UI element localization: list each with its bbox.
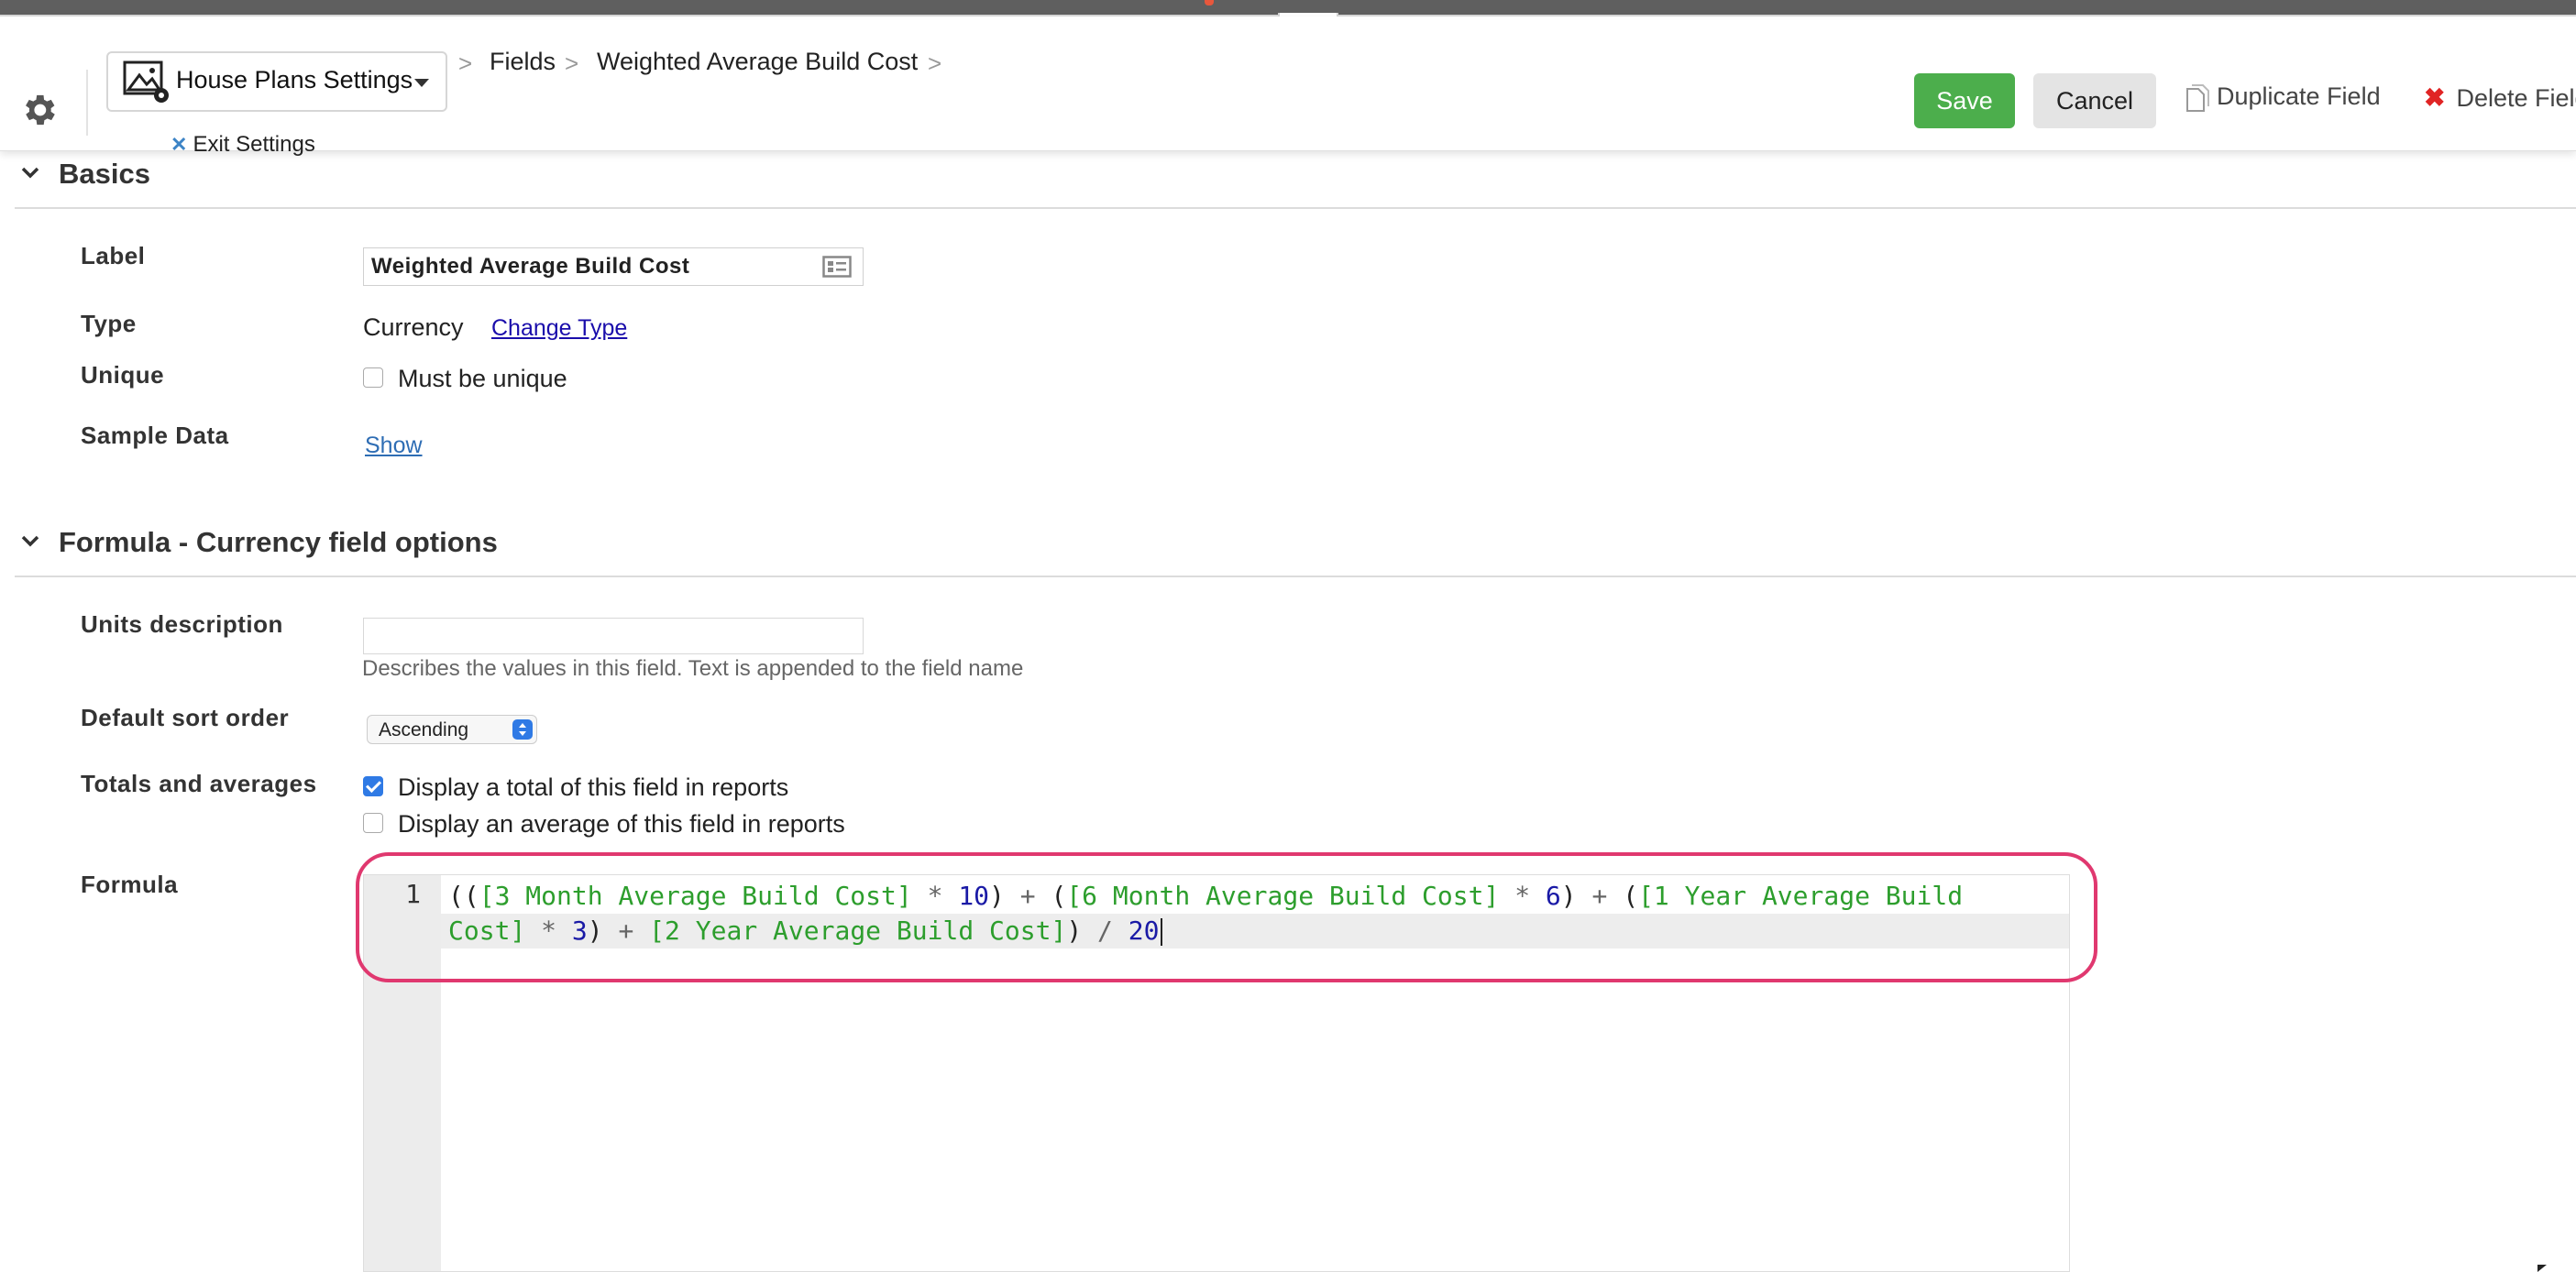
formula-operator-token: +	[1591, 881, 1608, 911]
formula-number-token: 6	[1545, 881, 1561, 911]
editor-gutter: 1	[364, 875, 441, 1271]
unique-field-label: Unique	[81, 361, 165, 389]
select-stepper-icon	[512, 719, 533, 740]
type-field-label: Type	[81, 310, 137, 337]
formula-field-token: [6 Month Average Build Cost]	[1066, 881, 1500, 911]
must-be-unique-label: Must be unique	[398, 365, 567, 392]
formula-operator-token: +	[1019, 881, 1036, 911]
breadcrumb-current-field[interactable]: Weighted Average Build Cost	[597, 48, 918, 76]
section-divider	[15, 576, 2576, 577]
delete-x-icon: ✖	[2424, 83, 2446, 112]
units-description-input[interactable]	[363, 618, 864, 654]
section-title-basics[interactable]: Basics	[59, 158, 150, 191]
type-value: Currency	[363, 313, 464, 341]
settings-header: House Plans Settings > Fields > Weighted…	[0, 16, 2576, 157]
formula-paren-token: ((	[448, 881, 479, 911]
formula-field-token: [2 Year Average Build Cost]	[649, 916, 1067, 946]
chevron-down-icon[interactable]	[20, 165, 40, 180]
breadcrumb-separator: >	[928, 49, 942, 77]
duplicate-field-label: Duplicate Field	[2217, 82, 2381, 110]
exit-settings-link[interactable]: ✕ Exit Settings	[171, 132, 315, 158]
chevron-down-icon[interactable]	[20, 533, 40, 548]
text-cursor	[1161, 918, 1163, 946]
label-input[interactable]: Weighted Average Build Cost	[363, 247, 864, 286]
formula-paren-token	[1113, 916, 1128, 946]
caret-down-icon	[414, 79, 429, 87]
section-title-formula-options[interactable]: Formula - Currency field options	[59, 526, 498, 559]
formula-paren-token: )	[989, 881, 1020, 911]
header-divider	[86, 70, 88, 136]
mouse-pointer	[2537, 1265, 2547, 1272]
units-description-label: Units description	[81, 610, 283, 638]
cancel-button[interactable]: Cancel	[2033, 73, 2156, 128]
formula-number-token: 10	[958, 881, 990, 911]
formula-code[interactable]: (([3 Month Average Build Cost] * 10) + (…	[448, 879, 2053, 949]
sample-data-label: Sample Data	[81, 422, 229, 449]
formula-number-token: 3	[571, 916, 588, 946]
breadcrumb-fields[interactable]: Fields	[490, 48, 556, 76]
formula-paren-token: )	[1066, 916, 1098, 946]
formula-paren-token	[633, 916, 649, 946]
sort-order-value: Ascending	[379, 719, 469, 740]
formula-paren-token: )	[1560, 881, 1592, 911]
display-average-checkbox[interactable]	[363, 813, 383, 833]
section-divider	[15, 207, 2576, 209]
totals-averages-label: Totals and averages	[81, 770, 317, 797]
save-button[interactable]: Save	[1914, 73, 2015, 128]
display-total-label: Display a total of this field in reports	[398, 773, 789, 801]
change-type-link[interactable]: Change Type	[491, 315, 627, 342]
label-field-label: Label	[81, 242, 146, 269]
formula-number-token: 20	[1128, 916, 1160, 946]
close-icon: ✕	[171, 133, 188, 156]
app-selector-dropdown[interactable]: House Plans Settings	[106, 51, 447, 112]
card-icon	[822, 256, 852, 278]
display-total-checkbox[interactable]	[363, 776, 383, 796]
delete-field-label: Delete Field	[2456, 84, 2576, 112]
formula-operator-token: *	[1499, 881, 1546, 911]
show-sample-link[interactable]: Show	[365, 433, 423, 459]
display-average-label: Display an average of this field in repo…	[398, 810, 845, 838]
formula-operator-token: /	[1097, 916, 1113, 946]
gear-icon[interactable]	[18, 90, 59, 130]
formula-label: Formula	[81, 871, 179, 898]
formula-paren-token: )	[587, 916, 619, 946]
delete-field-button[interactable]: ✖ Delete Field	[2424, 82, 2576, 113]
sort-order-select[interactable]: Ascending	[367, 715, 537, 744]
line-number: 1	[405, 879, 421, 909]
document-icon	[2186, 83, 2209, 112]
duplicate-field-button[interactable]: Duplicate Field	[2185, 82, 2381, 113]
exit-settings-label: Exit Settings	[193, 132, 315, 157]
formula-paren-token: (	[1035, 881, 1067, 911]
formula-field-token: [3 Month Average Build Cost]	[479, 881, 912, 911]
formula-operator-token: *	[911, 881, 959, 911]
default-sort-order-label: Default sort order	[81, 704, 290, 731]
app-settings-icon	[123, 60, 169, 103]
app-name: House Plans Settings	[176, 66, 413, 93]
formula-operator-token: +	[618, 916, 634, 946]
breadcrumb-separator: >	[565, 49, 579, 77]
formula-editor[interactable]: 1 (([3 Month Average Build Cost] * 10) +…	[363, 874, 2070, 1272]
top-accent-mark	[1205, 0, 1214, 5]
formula-operator-token: *	[525, 916, 572, 946]
formula-paren-token: (	[1607, 881, 1639, 911]
breadcrumb-separator: >	[458, 49, 473, 77]
units-help-text: Describes the values in this field. Text…	[362, 656, 1024, 681]
label-input-value: Weighted Average Build Cost	[371, 254, 690, 279]
must-be-unique-checkbox[interactable]	[363, 367, 383, 388]
